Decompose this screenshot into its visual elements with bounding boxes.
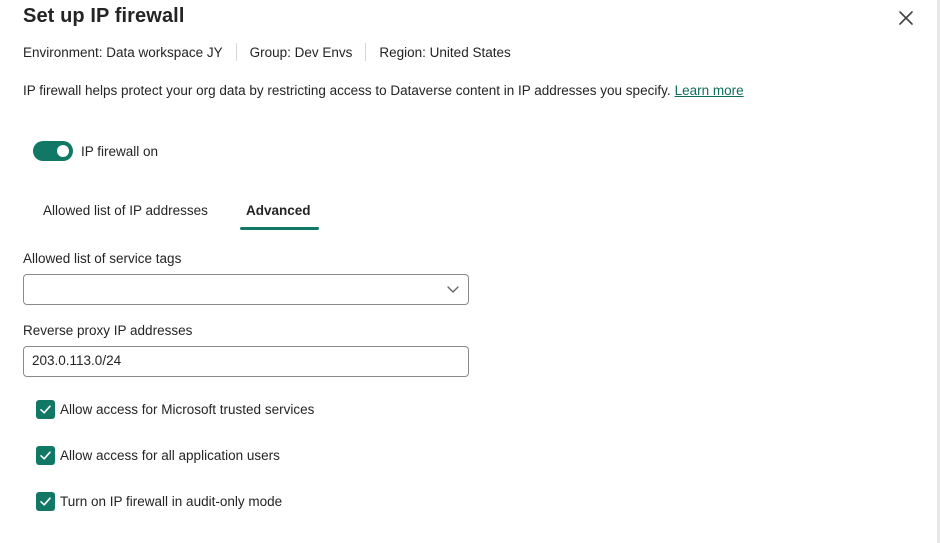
reverse-proxy-label: Reverse proxy IP addresses: [23, 323, 193, 338]
toggle-knob: [57, 145, 69, 157]
chevron-down-icon: [447, 286, 459, 293]
tab-label: Advanced: [246, 203, 311, 218]
close-icon: [899, 11, 913, 25]
trusted-services-checkbox-row[interactable]: Allow access for Microsoft trusted servi…: [36, 400, 314, 419]
audit-mode-checkbox-row[interactable]: Turn on IP firewall in audit-only mode: [36, 492, 282, 511]
checkmark-icon: [40, 451, 51, 460]
service-tags-label: Allowed list of service tags: [23, 251, 182, 266]
meta-divider: [365, 43, 367, 61]
tab-label: Allowed list of IP addresses: [43, 203, 208, 218]
tab-advanced[interactable]: Advanced: [236, 196, 321, 230]
selected-tab-indicator: [240, 227, 319, 230]
firewall-setup-panel: Set up IP firewall Environment: Data wor…: [0, 0, 937, 543]
trusted-services-label: Allow access for Microsoft trusted servi…: [60, 402, 315, 417]
close-button[interactable]: [894, 6, 918, 30]
description: IP firewall helps protect your org data …: [23, 83, 744, 98]
service-tags-dropdown[interactable]: [23, 274, 469, 305]
firewall-toggle-label: IP firewall on: [81, 143, 159, 159]
trusted-services-checkbox[interactable]: [36, 400, 55, 419]
learn-more-link[interactable]: Learn more: [675, 83, 744, 98]
application-users-checkbox-row[interactable]: Allow access for all application users: [36, 446, 280, 465]
environment-meta: Environment: Data workspace JY Group: De…: [23, 43, 511, 61]
group-text: Group: Dev Envs: [249, 44, 353, 60]
application-users-label: Allow access for all application users: [60, 448, 280, 463]
tab-allowed-ip-list[interactable]: Allowed list of IP addresses: [33, 196, 218, 230]
region-text: Region: United States: [379, 44, 511, 60]
firewall-toggle[interactable]: [33, 141, 73, 161]
firewall-toggle-row: IP firewall on: [33, 141, 158, 161]
audit-mode-label: Turn on IP firewall in audit-only mode: [60, 494, 283, 509]
checkmark-icon: [40, 405, 51, 414]
reverse-proxy-field: [23, 346, 469, 377]
reverse-proxy-input[interactable]: [24, 347, 460, 374]
environment-text: Environment: Data workspace JY: [23, 44, 223, 60]
audit-mode-checkbox[interactable]: [36, 492, 55, 511]
checkmark-icon: [40, 497, 51, 506]
meta-divider: [235, 43, 237, 61]
panel-title: Set up IP firewall: [23, 5, 185, 27]
description-text: IP firewall helps protect your org data …: [23, 83, 671, 98]
application-users-checkbox[interactable]: [36, 446, 55, 465]
